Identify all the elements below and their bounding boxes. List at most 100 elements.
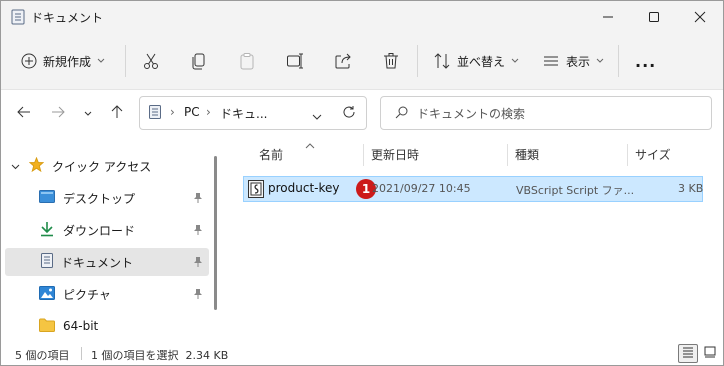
refresh-icon[interactable] bbox=[342, 105, 356, 122]
nav-item-64-bit[interactable]: 64-bit bbox=[5, 312, 209, 340]
details-view-icon bbox=[682, 346, 694, 361]
view-button[interactable]: 表示 bbox=[542, 47, 604, 75]
new-button[interactable]: 新規作成 bbox=[21, 47, 105, 75]
address-history-button[interactable] bbox=[312, 109, 322, 123]
status-divider bbox=[81, 347, 82, 360]
large-icons-view-button[interactable] bbox=[700, 344, 720, 363]
picture-icon bbox=[39, 285, 55, 303]
file-list: 名前 更新日時 種類 サイズ product-key 1 2021/09/27 … bbox=[221, 136, 721, 342]
folder-icon bbox=[39, 318, 55, 335]
sort-icon bbox=[433, 52, 451, 70]
share-button[interactable] bbox=[334, 47, 352, 75]
maximize-button[interactable] bbox=[631, 1, 677, 33]
column-header-modified[interactable]: 更新日時 bbox=[371, 146, 419, 163]
address-bar[interactable]: › PC › ドキュ... bbox=[139, 96, 367, 130]
toolbar-divider bbox=[125, 45, 126, 77]
more-label: ... bbox=[635, 51, 657, 71]
column-header-name[interactable]: 名前 bbox=[259, 146, 283, 163]
rename-icon bbox=[286, 52, 304, 70]
arrow-right-icon bbox=[51, 105, 65, 122]
chevron-down-icon bbox=[97, 58, 105, 64]
address-segment-documents[interactable]: ドキュ... bbox=[220, 105, 267, 122]
sort-label: 並べ替え bbox=[457, 54, 506, 69]
column-header-type[interactable]: 種類 bbox=[515, 146, 539, 163]
list-view-icon bbox=[542, 52, 560, 70]
command-bar: 新規作成 並べ替え 表示 ... bbox=[1, 33, 723, 90]
column-divider[interactable] bbox=[627, 144, 628, 166]
sort-button[interactable]: 並べ替え bbox=[433, 47, 519, 75]
document-folder-icon bbox=[149, 105, 161, 122]
chevron-down-icon[interactable] bbox=[11, 159, 20, 173]
pin-icon[interactable] bbox=[193, 256, 203, 271]
explorer-window: ドキュメント 新規作成 並べ替え 表示 ... › PC › ドキュ... ドキ… bbox=[0, 0, 724, 366]
file-size: 3 KB bbox=[678, 182, 704, 195]
back-button[interactable] bbox=[13, 102, 35, 124]
paste-button[interactable] bbox=[238, 47, 256, 75]
chevron-down-icon bbox=[511, 58, 519, 64]
file-modified: 2021/09/27 10:45 bbox=[372, 182, 471, 195]
chevron-right-icon: › bbox=[170, 105, 175, 119]
more-options-button[interactable]: ... bbox=[635, 47, 656, 75]
nav-label: ピクチャ bbox=[63, 287, 111, 302]
search-box[interactable]: ドキュメントの検索 bbox=[380, 96, 712, 130]
desktop-icon bbox=[39, 189, 55, 207]
up-button[interactable] bbox=[106, 102, 128, 124]
copy-button[interactable] bbox=[190, 47, 208, 75]
toolbar-divider bbox=[417, 45, 418, 77]
nav-label: デスクトップ bbox=[63, 191, 136, 206]
nav-label: クイック アクセス bbox=[52, 159, 152, 174]
trash-icon bbox=[382, 52, 400, 70]
close-button[interactable] bbox=[677, 1, 723, 33]
title-bar: ドキュメント bbox=[1, 1, 723, 33]
nav-item-desktop[interactable]: デスクトップ bbox=[5, 184, 209, 212]
minimize-button[interactable] bbox=[585, 1, 631, 33]
arrow-up-icon bbox=[110, 104, 124, 122]
recent-locations-button[interactable] bbox=[77, 102, 99, 124]
nav-item-documents[interactable]: ドキュメント bbox=[5, 248, 209, 276]
new-label: 新規作成 bbox=[43, 54, 92, 69]
vbscript-file-icon bbox=[248, 180, 264, 201]
star-icon bbox=[28, 156, 45, 175]
nav-item-downloads[interactable]: ダウンロード bbox=[5, 216, 209, 244]
pin-icon[interactable] bbox=[193, 288, 203, 303]
column-header-size[interactable]: サイズ bbox=[635, 146, 671, 163]
table-row[interactable]: product-key 1 2021/09/27 10:45 VBScript … bbox=[243, 176, 703, 202]
plus-circle-icon bbox=[21, 53, 37, 69]
details-view-button[interactable] bbox=[678, 344, 698, 363]
clipboard-icon bbox=[238, 52, 256, 70]
toolbar-divider bbox=[618, 45, 619, 77]
scissors-icon bbox=[142, 52, 160, 70]
arrow-left-icon bbox=[17, 105, 31, 122]
sort-ascending-icon bbox=[305, 138, 315, 152]
nav-item-quick-access[interactable]: クイック アクセス bbox=[5, 152, 209, 180]
download-icon bbox=[39, 221, 55, 240]
window-title: ドキュメント bbox=[31, 11, 104, 25]
navigation-pane: クイック アクセス デスクトップ ダウンロード ドキュメント ピクチャ 64-b… bbox=[1, 136, 217, 342]
navigation-bar: › PC › ドキュ... ドキュメントの検索 bbox=[1, 90, 723, 136]
file-type: VBScript Script ファ... bbox=[516, 184, 635, 197]
column-divider[interactable] bbox=[507, 144, 508, 166]
forward-button[interactable] bbox=[47, 102, 69, 124]
nav-label: ドキュメント bbox=[61, 255, 134, 270]
rename-button[interactable] bbox=[286, 47, 304, 75]
share-icon bbox=[334, 52, 352, 70]
pin-icon[interactable] bbox=[193, 192, 203, 207]
chevron-down-icon bbox=[84, 106, 92, 120]
search-input[interactable]: ドキュメントの検索 bbox=[417, 105, 525, 122]
item-count: 5 個の項目 bbox=[15, 349, 70, 362]
document-folder-icon bbox=[11, 9, 25, 25]
nav-item-pictures[interactable]: ピクチャ bbox=[5, 280, 209, 308]
pin-icon[interactable] bbox=[193, 224, 203, 239]
large-icons-view-icon bbox=[704, 346, 716, 361]
column-divider[interactable] bbox=[363, 144, 364, 166]
address-segment-pc[interactable]: PC bbox=[184, 105, 200, 119]
chevron-right-icon: › bbox=[206, 105, 211, 119]
delete-button[interactable] bbox=[382, 47, 400, 75]
copy-icon bbox=[190, 52, 208, 70]
document-icon bbox=[41, 253, 53, 271]
cut-button[interactable] bbox=[142, 47, 160, 75]
search-icon bbox=[395, 106, 408, 122]
selection-info: 1 個の項目を選択 2.34 KB bbox=[91, 349, 229, 362]
nav-scrollbar[interactable] bbox=[214, 156, 217, 310]
file-name[interactable]: product-key bbox=[268, 181, 340, 195]
